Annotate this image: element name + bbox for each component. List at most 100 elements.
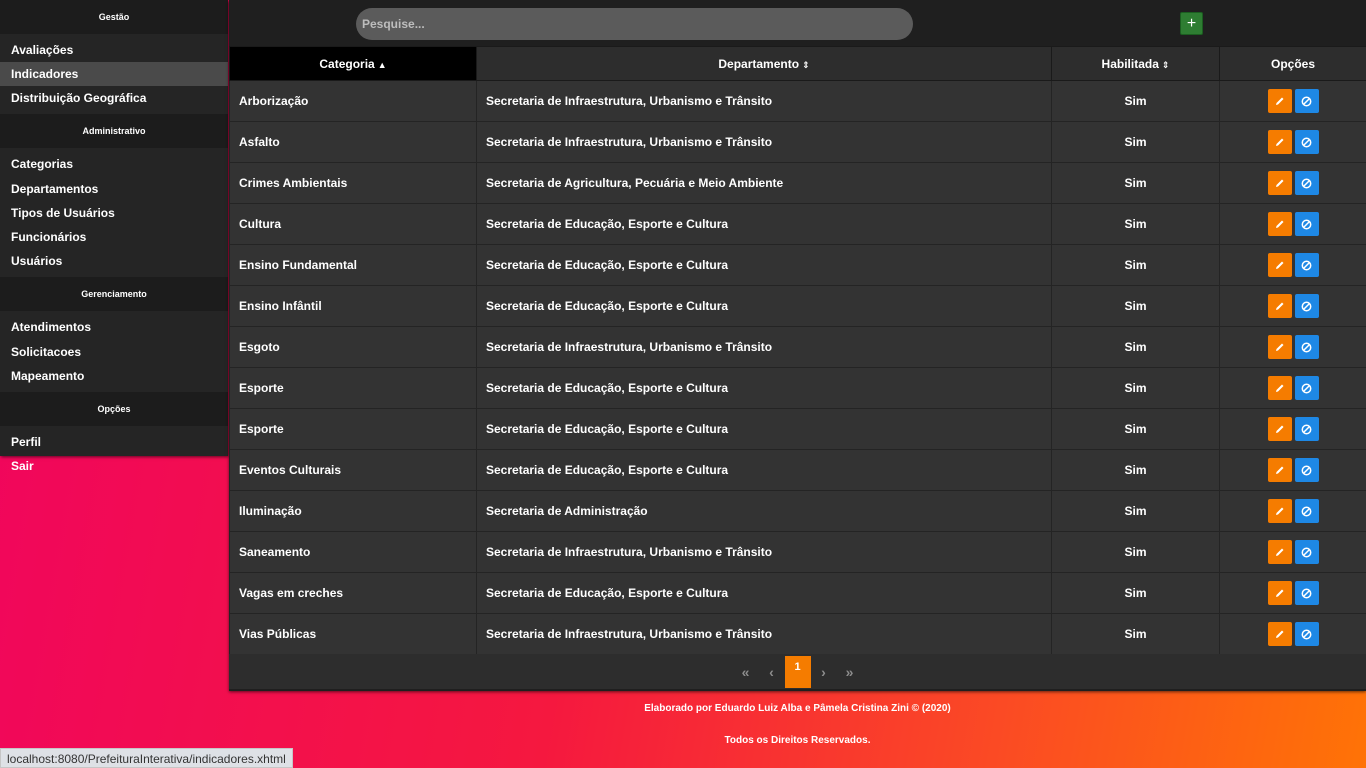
disable-button[interactable] bbox=[1294, 130, 1319, 154]
cell-departamento: Secretaria de Agricultura, Pecuária e Me… bbox=[476, 162, 1052, 204]
cell-departamento: Secretaria de Educação, Esporte e Cultur… bbox=[476, 408, 1052, 450]
edit-button[interactable] bbox=[1267, 499, 1292, 523]
sidebar-section-items: Perfil Sair bbox=[0, 426, 228, 482]
disable-button[interactable] bbox=[1294, 212, 1319, 236]
edit-button[interactable] bbox=[1267, 458, 1292, 482]
cell-departamento: Secretaria de Administração bbox=[476, 490, 1052, 532]
disable-button[interactable] bbox=[1294, 581, 1319, 605]
cell-categoria: Asfalto bbox=[229, 121, 477, 163]
disable-button[interactable] bbox=[1294, 376, 1319, 400]
cell-opcoes bbox=[1219, 121, 1366, 163]
next-page-button[interactable]: › bbox=[811, 656, 837, 688]
sidebar-item-distribuicao-geografica[interactable]: Distribuição Geográfica bbox=[0, 86, 228, 110]
cell-opcoes bbox=[1219, 572, 1366, 614]
disable-button[interactable] bbox=[1294, 540, 1319, 564]
disable-button[interactable] bbox=[1294, 89, 1319, 113]
sidebar-section-items: Avaliações Indicadores Distribuição Geográ… bbox=[0, 34, 228, 114]
prev-page-button[interactable]: ‹ bbox=[759, 656, 785, 688]
ban-icon bbox=[1301, 424, 1312, 434]
cell-categoria: Vias Públicas bbox=[229, 613, 477, 655]
cell-departamento: Secretaria de Educação, Esporte e Cultur… bbox=[476, 285, 1052, 327]
cell-departamento: Secretaria de Infraestrutura, Urbanismo … bbox=[476, 121, 1052, 163]
pencil-icon bbox=[1275, 343, 1283, 351]
disable-button[interactable] bbox=[1294, 417, 1319, 441]
disable-button[interactable] bbox=[1294, 171, 1319, 195]
sidebar-item-usuarios[interactable]: Usuários bbox=[0, 249, 228, 273]
edit-button[interactable] bbox=[1267, 540, 1292, 564]
disable-button[interactable] bbox=[1294, 253, 1319, 277]
table-row: Saneamento Secretaria de Infraestrutura, … bbox=[229, 531, 1366, 573]
sidebar-section-header: Gestão bbox=[0, 0, 228, 34]
column-header-categoria[interactable]: Categoria ▲ bbox=[229, 46, 477, 81]
sidebar-item-avaliacoes[interactable]: Avaliações bbox=[0, 38, 228, 62]
disable-button[interactable] bbox=[1294, 622, 1319, 646]
sidebar-item-atendimentos[interactable]: Atendimentos bbox=[0, 315, 228, 339]
edit-button[interactable] bbox=[1267, 89, 1292, 113]
pencil-icon bbox=[1275, 220, 1283, 228]
sidebar-item-categorias[interactable]: Categorias bbox=[0, 152, 228, 176]
sidebar-item-tipos-de-usuarios[interactable]: Tipos de Usuários bbox=[0, 201, 228, 225]
ban-icon bbox=[1301, 301, 1312, 311]
indicators-table: Categoria ▲ Departamento ⇕ Habilitada ⇕ Opç… bbox=[229, 46, 1366, 655]
cell-habilitada: Sim bbox=[1051, 162, 1220, 204]
pencil-icon bbox=[1275, 589, 1283, 597]
edit-button[interactable] bbox=[1267, 622, 1292, 646]
disable-button[interactable] bbox=[1294, 294, 1319, 318]
sidebar: Gestão Avaliações Indicadores Distribuição … bbox=[0, 0, 228, 473]
search-input[interactable] bbox=[356, 8, 913, 40]
table-row: Arborização Secretaria de Infraestrutura,… bbox=[229, 80, 1366, 122]
sidebar-item-perfil[interactable]: Perfil bbox=[0, 430, 228, 454]
sidebar-item-solicitacoes[interactable]: Solicitacoes bbox=[0, 339, 228, 364]
edit-button[interactable] bbox=[1267, 130, 1292, 154]
sidebar-item-sair[interactable]: Sair bbox=[0, 454, 228, 478]
cell-habilitada: Sim bbox=[1051, 531, 1220, 573]
sidebar-item-funcionarios[interactable]: Funcionários bbox=[0, 225, 228, 249]
first-page-button[interactable]: « bbox=[733, 656, 759, 688]
cell-habilitada: Sim bbox=[1051, 244, 1220, 286]
edit-button[interactable] bbox=[1267, 376, 1292, 400]
ban-icon bbox=[1301, 629, 1312, 639]
table-body: Arborização Secretaria de Infraestrutura,… bbox=[229, 80, 1366, 655]
sidebar-item-indicadores[interactable]: Indicadores bbox=[0, 62, 228, 86]
column-header-label: Habilitada bbox=[1101, 56, 1159, 71]
page-number-button[interactable]: 1 bbox=[784, 655, 811, 688]
edit-button[interactable] bbox=[1267, 253, 1292, 277]
column-header-departamento[interactable]: Departamento ⇕ bbox=[476, 46, 1052, 81]
cell-categoria: Ensino Fundamental bbox=[229, 244, 477, 286]
edit-button[interactable] bbox=[1267, 581, 1292, 605]
disable-button[interactable] bbox=[1294, 458, 1319, 482]
edit-button[interactable] bbox=[1267, 294, 1292, 318]
table-row: Iluminação Secretaria de Administração Sim bbox=[229, 490, 1366, 532]
disable-button[interactable] bbox=[1294, 335, 1319, 359]
paginator: « ‹ 1 › » bbox=[229, 654, 1366, 689]
pencil-icon bbox=[1275, 548, 1283, 556]
cell-habilitada: Sim bbox=[1051, 121, 1220, 163]
column-header-opcoes: Opções bbox=[1219, 46, 1366, 81]
cell-habilitada: Sim bbox=[1051, 408, 1220, 450]
edit-button[interactable] bbox=[1267, 212, 1292, 236]
sidebar-section-items: Atendimentos Solicitacoes Mapeamento bbox=[0, 311, 228, 392]
table-row: Vias Públicas Secretaria de Infraestrutur… bbox=[229, 613, 1366, 655]
cell-opcoes bbox=[1219, 244, 1366, 286]
edit-button[interactable] bbox=[1267, 417, 1292, 441]
last-page-button[interactable]: » bbox=[837, 656, 863, 688]
table-row: Asfalto Secretaria de Infraestrutura, Urb… bbox=[229, 121, 1366, 163]
sidebar-item-departamentos[interactable]: Departamentos bbox=[0, 176, 228, 201]
sidebar-item-mapeamento[interactable]: Mapeamento bbox=[0, 364, 228, 388]
sidebar-section-header: Gerenciamento bbox=[0, 277, 228, 311]
ban-icon bbox=[1301, 260, 1312, 270]
table-row: Vagas em creches Secretaria de Educação, … bbox=[229, 572, 1366, 614]
column-header-label: Categoria bbox=[319, 56, 375, 71]
cell-opcoes bbox=[1219, 531, 1366, 573]
disable-button[interactable] bbox=[1294, 499, 1319, 523]
add-button[interactable]: + bbox=[1180, 12, 1203, 35]
table-row: Ensino Fundamental Secretaria de Educação… bbox=[229, 244, 1366, 286]
column-header-habilitada[interactable]: Habilitada ⇕ bbox=[1051, 46, 1220, 81]
edit-button[interactable] bbox=[1267, 335, 1292, 359]
pencil-icon bbox=[1275, 466, 1283, 474]
cell-departamento: Secretaria de Infraestrutura, Urbanismo … bbox=[476, 326, 1052, 368]
edit-button[interactable] bbox=[1267, 171, 1292, 195]
cell-categoria: Ensino Infântil bbox=[229, 285, 477, 327]
pencil-icon bbox=[1275, 384, 1283, 392]
pencil-icon bbox=[1275, 507, 1283, 515]
